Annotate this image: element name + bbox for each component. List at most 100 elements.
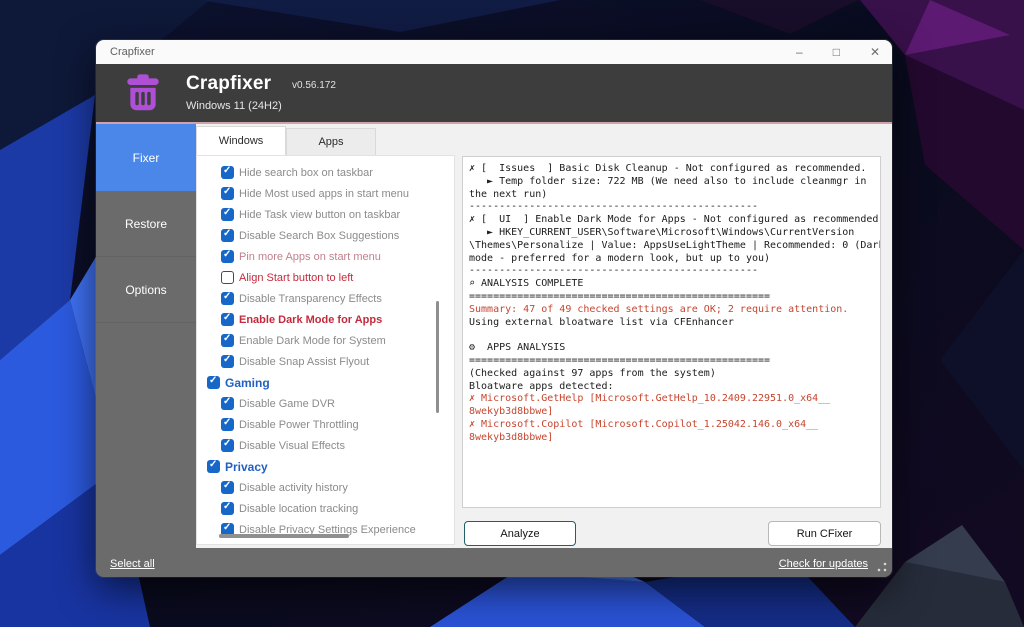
- checklist-item[interactable]: Hide Task view button on taskbar: [197, 204, 454, 225]
- console-line: ✗ Microsoft.GetHelp [Microsoft.GetHelp_1…: [469, 393, 874, 406]
- checklist-item[interactable]: Disable Visual Effects: [197, 435, 454, 456]
- console-line: ----------------------------------------…: [469, 201, 874, 214]
- checklist-item-label: Disable Power Throttling: [239, 419, 359, 431]
- console-line: ► HKEY_CURRENT_USER\Software\Microsoft\W…: [469, 227, 874, 240]
- checklist-panel[interactable]: Hide search box on taskbar Hide Most use…: [196, 155, 455, 545]
- checklist-item-label: Hide Task view button on taskbar: [239, 209, 400, 221]
- vertical-scrollbar-thumb[interactable]: [436, 301, 439, 413]
- window-title: Crapfixer: [110, 40, 155, 64]
- sidebar-item-label: Options: [125, 283, 166, 297]
- console-line: Summary: 47 of 49 checked settings are O…: [469, 304, 874, 317]
- checkbox-icon[interactable]: [221, 481, 234, 494]
- checklist-item[interactable]: Disable Snap Assist Flyout: [197, 351, 454, 372]
- maximize-icon[interactable]: □: [833, 46, 840, 58]
- console-line: ⌕ ANALYSIS COMPLETE: [469, 278, 874, 291]
- sidebar-item[interactable]: Restore: [96, 191, 196, 257]
- console-line: 8wekyb3d8bbwe]: [469, 406, 874, 419]
- minimize-icon[interactable]: –: [796, 46, 803, 58]
- checklist-item[interactable]: Hide search box on taskbar: [197, 162, 454, 183]
- check-for-updates-link[interactable]: Check for updates: [779, 558, 868, 570]
- checklist-item[interactable]: Gaming: [197, 372, 454, 393]
- checkbox-icon[interactable]: [221, 397, 234, 410]
- checkbox-icon[interactable]: [221, 271, 234, 284]
- checklist-item-label: Align Start button to left: [239, 272, 353, 284]
- checkbox-icon[interactable]: [221, 439, 234, 452]
- checklist-item-label: Disable activity history: [239, 482, 348, 494]
- checklist-item[interactable]: Hide Most used apps in start menu: [197, 183, 454, 204]
- console-line: ⚙ APPS ANALYSIS: [469, 342, 874, 355]
- os-label: Windows 11 (24H2): [186, 100, 282, 112]
- sidebar-item[interactable]: Fixer: [96, 124, 196, 191]
- checkbox-icon[interactable]: [221, 334, 234, 347]
- sidebar-item-label: Restore: [125, 217, 167, 231]
- checklist-item[interactable]: Disable Transparency Effects: [197, 288, 454, 309]
- checkbox-icon[interactable]: [221, 166, 234, 179]
- checklist-item[interactable]: Disable Power Throttling: [197, 414, 454, 435]
- checkbox-icon[interactable]: [207, 376, 220, 389]
- checklist-item-label: Hide search box on taskbar: [239, 167, 373, 179]
- checklist-item-label: Gaming: [225, 376, 270, 390]
- checklist-item[interactable]: Enable Dark Mode for System: [197, 330, 454, 351]
- checklist-item-label: Hide Most used apps in start menu: [239, 188, 409, 200]
- console-line: ✗ [ UI ] Enable Dark Mode for Apps - Not…: [469, 214, 874, 227]
- console-line: (Checked against 97 apps from the system…: [469, 368, 874, 381]
- checkbox-icon[interactable]: [221, 229, 234, 242]
- console-line: ========================================…: [469, 355, 874, 368]
- horizontal-scrollbar-thumb[interactable]: [219, 534, 349, 538]
- tab-apps-label: Apps: [318, 136, 343, 148]
- checkbox-icon[interactable]: [221, 208, 234, 221]
- tab-windows[interactable]: Windows: [196, 126, 286, 155]
- checkbox-icon[interactable]: [221, 292, 234, 305]
- console-line: Bloatware apps detected:: [469, 381, 874, 394]
- analyze-button-label: Analyze: [500, 528, 539, 540]
- checklist-item[interactable]: Disable location tracking: [197, 498, 454, 519]
- console-line: the next run): [469, 189, 874, 202]
- trash-icon: [120, 70, 166, 116]
- checklist-item-label: Privacy: [225, 460, 268, 474]
- console-line: ✗ [ Issues ] Basic Disk Cleanup - Not co…: [469, 163, 874, 176]
- window-controls: – □ ✕: [796, 40, 880, 64]
- run-cfixer-button[interactable]: Run CFixer: [768, 521, 881, 546]
- checklist-item-label: Disable Visual Effects: [239, 440, 345, 452]
- analysis-console[interactable]: ✗ [ Issues ] Basic Disk Cleanup - Not co…: [462, 156, 881, 508]
- desktop: Crapfixer – □ ✕ Crapfixer v0.56.172 Wind…: [0, 0, 1024, 627]
- checklist-item[interactable]: Privacy: [197, 456, 454, 477]
- console-line: ----------------------------------------…: [469, 265, 874, 278]
- titlebar[interactable]: Crapfixer – □ ✕: [96, 40, 892, 64]
- checklist-item-label: Enable Dark Mode for Apps: [239, 314, 382, 326]
- analyze-button[interactable]: Analyze: [464, 521, 576, 546]
- sidebar-item-label: Fixer: [133, 151, 160, 165]
- checkbox-icon[interactable]: [221, 250, 234, 263]
- checklist-item[interactable]: Align Start button to left: [197, 267, 454, 288]
- app-header: Crapfixer v0.56.172 Windows 11 (24H2): [96, 64, 892, 122]
- sidebar-item[interactable]: Options: [96, 257, 196, 323]
- checklist-item[interactable]: Disable activity history: [197, 477, 454, 498]
- crapfixer-window: Crapfixer – □ ✕ Crapfixer v0.56.172 Wind…: [96, 40, 892, 577]
- close-icon[interactable]: ✕: [870, 46, 880, 58]
- app-name: Crapfixer: [186, 73, 271, 95]
- checklist-item[interactable]: Disable Game DVR: [197, 393, 454, 414]
- console-line: ✗ Microsoft.Copilot [Microsoft.Copilot_1…: [469, 419, 874, 432]
- checklist-item-label: Disable Snap Assist Flyout: [239, 356, 369, 368]
- console-line: [469, 329, 874, 342]
- checkbox-icon[interactable]: [221, 187, 234, 200]
- resize-grip-icon[interactable]: [876, 561, 888, 573]
- checkbox-icon[interactable]: [221, 502, 234, 515]
- select-all-link[interactable]: Select all: [110, 558, 155, 570]
- checklist-item-label: Disable Search Box Suggestions: [239, 230, 399, 242]
- tab-windows-label: Windows: [219, 135, 264, 147]
- checkbox-icon[interactable]: [221, 355, 234, 368]
- checklist-item[interactable]: Disable Search Box Suggestions: [197, 225, 454, 246]
- tab-apps[interactable]: Apps: [286, 128, 376, 155]
- console-line: mode - preferred for a modern look, but …: [469, 253, 874, 266]
- run-cfixer-button-label: Run CFixer: [797, 528, 853, 540]
- console-line: Using external bloatware list via CFEnha…: [469, 317, 874, 330]
- checkbox-icon[interactable]: [221, 418, 234, 431]
- checkbox-icon[interactable]: [207, 460, 220, 473]
- checklist-item-label: Pin more Apps on start menu: [239, 251, 381, 263]
- checklist-item[interactable]: Pin more Apps on start menu: [197, 246, 454, 267]
- app-version: v0.56.172: [292, 80, 336, 91]
- checklist-item-label: Disable Game DVR: [239, 398, 335, 410]
- checklist-item[interactable]: Enable Dark Mode for Apps: [197, 309, 454, 330]
- checkbox-icon[interactable]: [221, 313, 234, 326]
